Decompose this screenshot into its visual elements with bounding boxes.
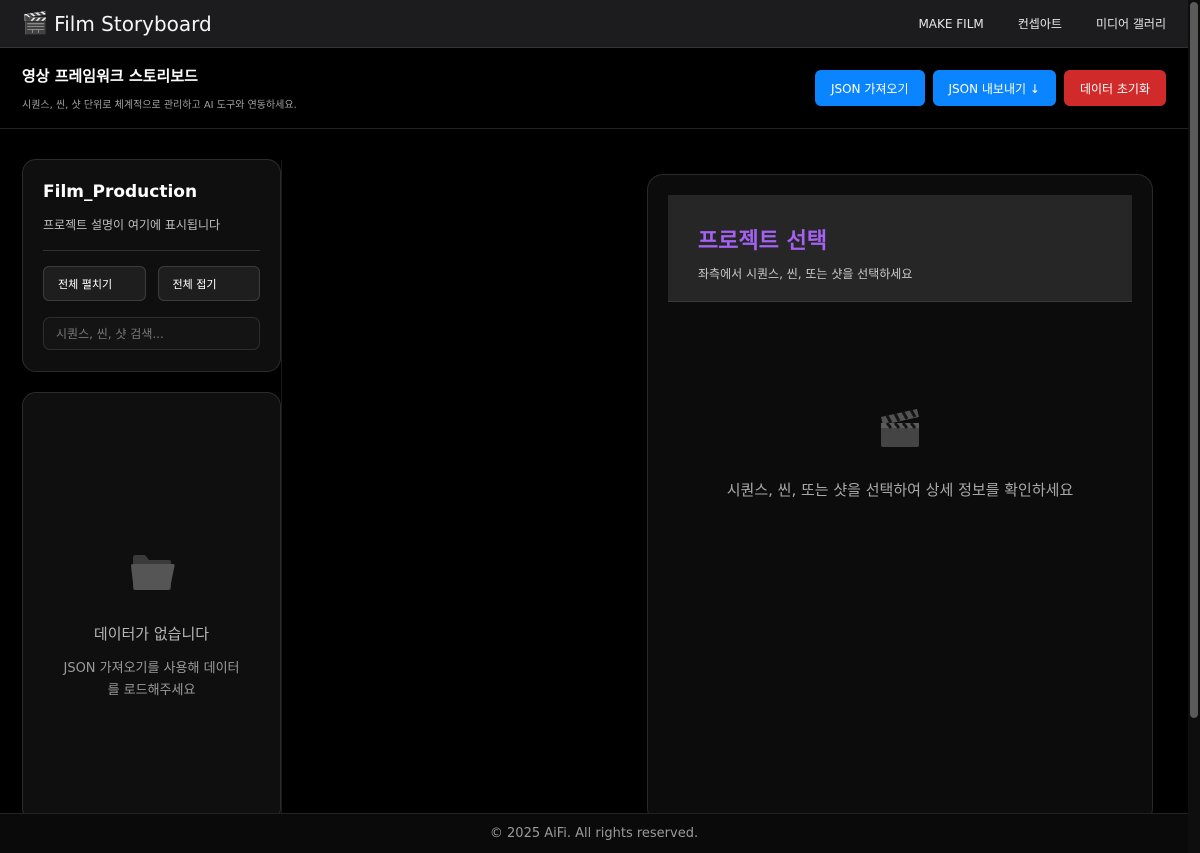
page-scrollbar[interactable] — [1188, 0, 1200, 853]
reset-data-button[interactable]: 데이터 초기화 — [1063, 70, 1166, 106]
detail-placeholder-message: 시퀀스, 씬, 또는 샷을 선택하여 상세 정보를 확인하세요 — [726, 481, 1074, 499]
search-input[interactable] — [43, 317, 260, 350]
clapper-board-icon: 🎬 — [22, 11, 49, 35]
header-actions: JSON 가져오기 JSON 내보내기 ↓ 데이터 초기화 — [814, 70, 1166, 106]
empty-description: JSON 가져오기를 사용해 데이터를 로드해주세요 — [63, 661, 240, 698]
export-json-button[interactable]: JSON 내보내기 ↓ — [932, 70, 1056, 106]
project-description: 프로젝트 설명이 여기에 표시됩니다 — [43, 218, 221, 232]
detail-panel: 프로젝트 선택 좌측에서 시퀀스, 씬, 또는 샷을 선택하세요 시퀀스, 씬,… — [647, 174, 1153, 824]
nav-link-media-gallery[interactable]: 미디어 갤러리 — [1096, 15, 1166, 32]
collapse-all-button[interactable]: 전체 접기 — [157, 266, 260, 301]
detail-subtitle: 좌측에서 시퀀스, 씬, 또는 샷을 선택하세요 — [698, 267, 913, 281]
top-navbar: 🎬 Film Storyboard MAKE FILM 컨셉아트 미디어 갤러리 — [0, 0, 1188, 48]
app-title: Film Storyboard — [54, 11, 212, 36]
header-text: 영상 프레임워크 스토리보드 시퀀스, 씬, 샷 단위로 체계적으로 관리하고 … — [22, 65, 297, 111]
tree-empty-state: 데이터가 없습니다 JSON 가져오기를 사용해 데이터를 로드해주세요 — [22, 392, 281, 822]
nav-link-make-film[interactable]: MAKE FILM — [918, 17, 983, 31]
empty-title: 데이터가 없습니다 — [93, 625, 210, 643]
expand-all-button[interactable]: 전체 펼치기 — [43, 266, 146, 301]
scrollbar-thumb[interactable] — [1190, 2, 1198, 718]
import-json-button[interactable]: JSON 가져오기 — [814, 70, 925, 106]
clapper-board-icon — [881, 409, 919, 447]
detail-title: 프로젝트 선택 — [698, 229, 828, 254]
page-footer: © 2025 AiFi. All rights reserved. — [0, 813, 1188, 853]
nav-links: MAKE FILM 컨셉아트 미디어 갤러리 — [918, 15, 1166, 32]
project-name: Film_Production — [43, 182, 198, 202]
brand[interactable]: 🎬 Film Storyboard — [22, 12, 212, 36]
copyright-text: © 2025 AiFi. All rights reserved. — [489, 826, 699, 841]
sidebar-divider[interactable] — [281, 160, 282, 820]
divider — [43, 250, 260, 251]
page-header: 영상 프레임워크 스토리보드 시퀀스, 씬, 샷 단위로 체계적으로 관리하고 … — [0, 48, 1188, 129]
tree-toggle-row: 전체 펼치기 전체 접기 — [43, 266, 260, 301]
folder-icon — [131, 555, 175, 590]
detail-header: 프로젝트 선택 좌측에서 시퀀스, 씬, 또는 샷을 선택하세요 — [668, 195, 1132, 302]
project-card: Film_Production 프로젝트 설명이 여기에 표시됩니다 전체 펼치… — [22, 159, 281, 372]
page-subtitle: 시퀀스, 씬, 샷 단위로 체계적으로 관리하고 AI 도구와 연동하세요. — [22, 100, 297, 111]
nav-link-concept-art[interactable]: 컨셉아트 — [1018, 15, 1062, 32]
page-title: 영상 프레임워크 스토리보드 — [22, 67, 199, 85]
